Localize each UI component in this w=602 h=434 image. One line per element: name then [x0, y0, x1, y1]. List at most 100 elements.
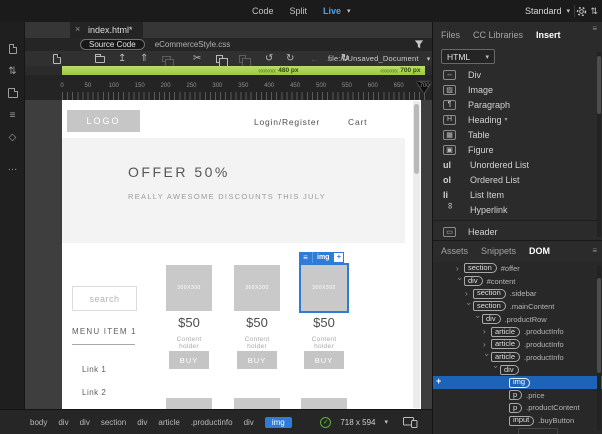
tag-selector-item[interactable]: div — [137, 418, 147, 427]
source-code-button[interactable]: Source Code — [80, 39, 145, 50]
collapse-arrow-icon[interactable]: › — [483, 353, 492, 361]
live-view-dropdown-icon[interactable]: ▾ — [347, 7, 351, 15]
dom-add-element-icon[interactable]: + — [436, 376, 441, 386]
tag-selector-item[interactable]: article — [158, 418, 179, 427]
dom-tag-pill[interactable]: article — [491, 326, 521, 337]
dom-tag-pill[interactable]: article — [491, 352, 521, 363]
preferences-gear-icon[interactable] — [576, 6, 587, 17]
dom-panel-icon[interactable]: ◇ — [0, 126, 25, 148]
address-dropdown-icon[interactable]: ▾ — [427, 55, 431, 63]
dom-row-section-sidebar[interactable]: › section .sidebar — [433, 287, 602, 300]
product-image-placeholder[interactable]: 300X300 — [234, 265, 280, 311]
dom-tag-pill[interactable]: input — [509, 415, 535, 426]
files-panel-icon[interactable] — [0, 38, 25, 60]
open-folder-icon[interactable] — [95, 51, 105, 66]
dom-row-p-productContent[interactable]: p .productContent — [433, 402, 602, 415]
insert-item-heading[interactable]: H Heading ▾ — [433, 112, 597, 127]
device-preview-icon[interactable] — [403, 416, 418, 428]
expand-arrow-icon[interactable]: › — [456, 264, 464, 273]
insert-item-unordered-list[interactable]: ul Unordered List — [433, 157, 597, 172]
insert-item-hyperlink[interactable]: ∞ Hyperlink — [433, 202, 597, 217]
dom-row-article-productInfo[interactable]: › article .productInfo — [433, 325, 602, 338]
dom-tag-pill[interactable]: section — [473, 301, 506, 312]
expand-arrow-icon[interactable]: › — [483, 340, 491, 349]
element-hamburger-icon[interactable]: ≡ — [299, 252, 312, 263]
element-tag-label[interactable]: img — [312, 252, 334, 263]
new-file-icon[interactable] — [53, 51, 61, 66]
product-image-placeholder[interactable]: 300X300 — [166, 265, 212, 311]
insert-item-list-item[interactable]: li List Item — [433, 187, 597, 202]
collapse-arrow-icon[interactable]: › — [492, 366, 501, 374]
breakpoint-marker[interactable]: ««««« 700 px — [380, 66, 421, 75]
cc-libraries-panel-icon[interactable]: ⇅ — [0, 60, 25, 82]
dom-tag-pill[interactable]: img — [509, 377, 531, 388]
live-view-button[interactable]: Live — [323, 6, 341, 16]
dom-row-img[interactable]: + img — [433, 376, 602, 389]
insert-scrollbar[interactable] — [597, 52, 601, 237]
dom-row-section-mainContent[interactable]: › section .mainContent — [433, 300, 602, 313]
put-file-icon[interactable]: ↥ — [118, 51, 126, 66]
dom-row-input-buyButton[interactable]: input .buyButton — [433, 414, 602, 427]
sync-arrows-icon[interactable]: ⇅ — [590, 6, 598, 17]
dom-tag-pill[interactable]: div — [482, 314, 501, 325]
collapse-arrow-icon[interactable]: › — [456, 277, 465, 285]
css-designer-panel-icon[interactable] — [0, 82, 25, 104]
cut-icon[interactable]: ✂ — [193, 51, 201, 66]
dom-row-article-productInfo[interactable]: › article .productInfo — [433, 351, 602, 364]
expand-arrow-icon[interactable]: › — [483, 327, 491, 336]
panel-tab-snippets[interactable]: Snippets — [481, 246, 516, 256]
insert-item-table[interactable]: ▦ Table — [433, 127, 597, 142]
dom-row-section-offer[interactable]: › section #offer — [433, 262, 602, 275]
tag-selector-item[interactable]: body — [30, 418, 47, 427]
insert-item-figure[interactable]: ▣ Figure — [433, 142, 597, 157]
dom-panel-menu-icon[interactable]: ≡ — [592, 246, 597, 255]
breakpoint-marker[interactable]: ««««« 480 px — [258, 66, 299, 75]
dom-tag-pill[interactable]: div — [464, 276, 483, 287]
dom-row-p-price[interactable]: p .price — [433, 389, 602, 402]
window-size-value[interactable]: 718 x 594 — [340, 418, 375, 427]
login-register-link[interactable]: Login/Register — [254, 117, 320, 127]
tag-selector-item[interactable]: section — [101, 418, 126, 427]
related-css-file[interactable]: eCommerceStyle.css — [155, 40, 231, 49]
redo-icon[interactable]: ↻ — [286, 51, 294, 66]
copy-icon[interactable] — [216, 51, 228, 68]
buy-button[interactable]: BUY — [237, 351, 277, 369]
panel-tab-dom[interactable]: DOM — [529, 246, 550, 256]
tag-selector-item[interactable]: div — [58, 418, 68, 427]
dom-tag-pill[interactable]: section — [464, 263, 497, 274]
get-file-icon[interactable]: ⇑ — [140, 51, 148, 66]
page-scrollbar-thumb[interactable] — [414, 104, 419, 174]
dom-tag-pill[interactable]: p — [509, 402, 523, 413]
snippets-panel-icon[interactable]: ≡ — [0, 104, 25, 126]
page-logo[interactable]: LOGO — [67, 110, 140, 132]
tag-selector-item[interactable]: .productinfo — [191, 418, 233, 427]
split-view-button[interactable]: Split — [290, 6, 308, 16]
expand-arrow-icon[interactable]: › — [465, 289, 473, 298]
dom-scrollbar[interactable] — [597, 266, 601, 430]
menu-link-2[interactable]: Link 2 — [82, 388, 106, 397]
dom-row-div[interactable]: › div — [433, 364, 602, 377]
document-tab[interactable]: × index.html* — [70, 22, 143, 38]
dom-row-div-content[interactable]: › div #content — [433, 275, 602, 288]
dom-tag-pill[interactable]: div — [500, 364, 519, 375]
code-view-button[interactable]: Code — [252, 6, 274, 16]
insert-item-ordered-list[interactable]: ol Ordered List — [433, 172, 597, 187]
dom-tag-pill[interactable]: article — [491, 339, 521, 350]
panel-tab-assets[interactable]: Assets — [441, 246, 468, 256]
insert-category-select[interactable]: HTML ▾ — [441, 49, 495, 64]
search-input[interactable]: search — [72, 286, 137, 311]
panel-tab-files[interactable]: Files — [441, 30, 460, 40]
insert-item-header[interactable]: ▭ Header — [433, 224, 597, 239]
tag-selector-item[interactable]: div — [80, 418, 90, 427]
filter-funnel-icon[interactable] — [414, 40, 424, 49]
insert-item-paragraph[interactable]: ¶ Paragraph — [433, 97, 597, 112]
dom-row-article-productInfo[interactable]: › article .productInfo — [433, 338, 602, 351]
element-add-icon[interactable]: + — [333, 252, 345, 263]
undo-icon[interactable]: ↺ — [265, 51, 273, 66]
dom-row-div-productRow[interactable]: › div .productRow — [433, 313, 602, 326]
window-size-dropdown-icon[interactable]: ▾ — [384, 418, 388, 426]
workspace-switcher[interactable]: Standard ▾ — [525, 0, 570, 22]
buy-button[interactable]: BUY — [304, 351, 344, 369]
collapse-arrow-icon[interactable]: › — [474, 315, 483, 323]
collapse-arrow-icon[interactable]: › — [465, 302, 474, 310]
